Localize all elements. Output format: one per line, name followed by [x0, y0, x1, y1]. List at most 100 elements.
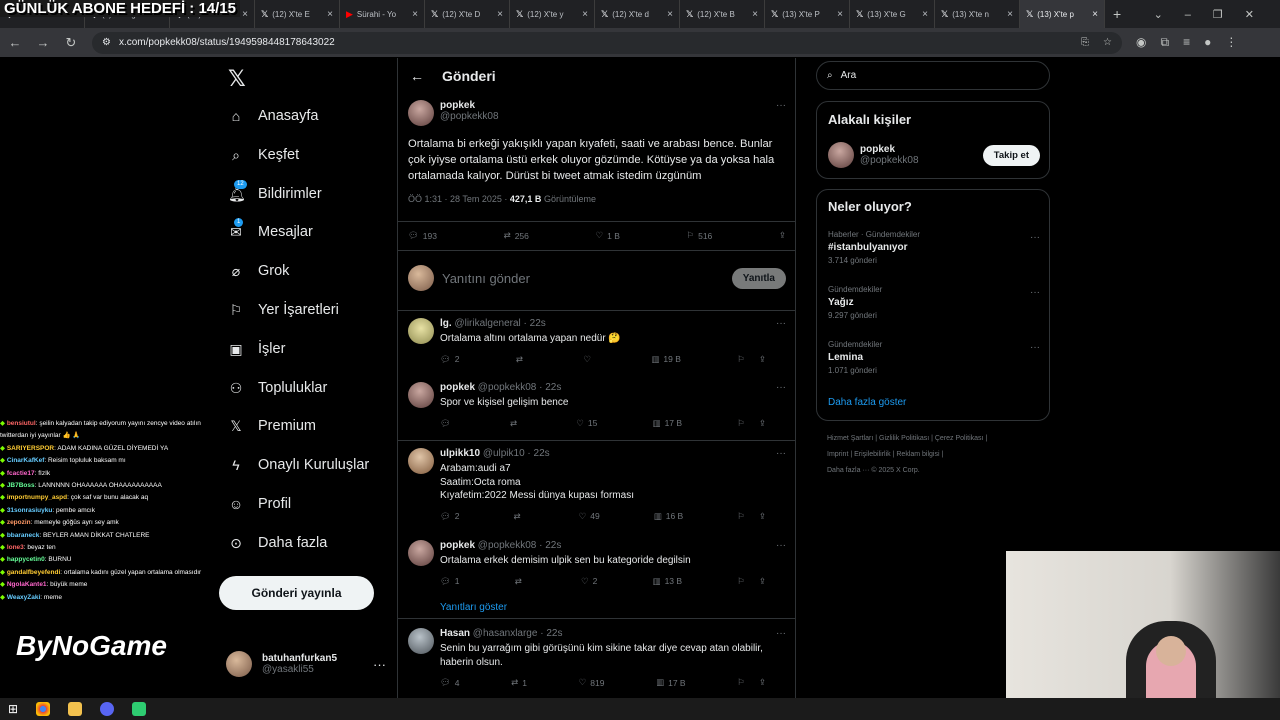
share-icon[interactable]: ⇪ — [759, 677, 766, 688]
nav-item-9[interactable]: ϟ Onaylı Kuruluşlar — [228, 453, 369, 477]
browser-tab[interactable]: 𝕏 (13) X'te p × — [1020, 0, 1105, 28]
reply-post[interactable]: Hasan @hasanxlarge · 22s Senin bu yarrağı… — [408, 628, 786, 688]
avatar[interactable] — [408, 100, 434, 126]
avatar[interactable] — [408, 382, 434, 408]
reply-post[interactable]: lg. @lirikalgeneral · 22s Ortalama altını… — [408, 318, 786, 365]
media-icon[interactable]: ≡ — [1183, 35, 1190, 50]
avatar[interactable] — [408, 628, 434, 654]
nav-item-11[interactable]: ⊙ Daha fazla — [228, 531, 327, 555]
like-action[interactable]: ♡ 49 — [579, 511, 600, 522]
footer-line[interactable]: Hizmet Şartları | Gizlilik Politikası | … — [827, 431, 1047, 447]
like-action[interactable]: ♡ 15 — [576, 418, 597, 429]
views-action[interactable]: ▥ 17 B — [653, 418, 683, 429]
reply-action[interactable]: 💬︎ 4 — [440, 677, 460, 688]
footer-line[interactable]: Imprint | Erişilebilirlik | Reklam bilgi… — [827, 447, 1047, 463]
back-arrow-icon[interactable]: ← — [8, 35, 22, 50]
repost-action[interactable]: ⇄ — [514, 511, 525, 522]
bookmark-star-icon[interactable]: ☆ — [1103, 37, 1112, 48]
menu-kebab-icon[interactable]: ⋮ — [1225, 35, 1237, 50]
browser-tab[interactable]: 𝕏 (13) X'te n × — [935, 0, 1020, 28]
x-logo-icon[interactable]: 𝕏 — [228, 66, 246, 92]
post-author-handle[interactable]: @popkekk08 — [440, 111, 499, 122]
like-action[interactable]: ♡ — [583, 354, 595, 365]
reply-post[interactable]: ulpikk10 @ulpik10 · 22s Arabam:audi a7 Sa… — [408, 448, 786, 522]
close-icon[interactable]: × — [922, 9, 928, 20]
close-icon[interactable]: × — [582, 9, 588, 20]
views-action[interactable]: ▥ 13 B — [653, 576, 683, 587]
share-icon[interactable]: ⇪ — [759, 354, 766, 365]
discord-taskbar-icon[interactable] — [100, 702, 115, 716]
reply-action[interactable]: 💬︎ 193 — [408, 230, 437, 241]
follow-button[interactable]: Takip et — [982, 144, 1040, 166]
extension-icon[interactable]: ◉ — [1136, 35, 1146, 50]
repost-action[interactable]: ⇄ — [510, 418, 521, 429]
post-button[interactable]: Gönderi yayınla — [219, 576, 374, 610]
reply-action[interactable]: 💬︎ 2 — [440, 354, 460, 365]
reply-author-name[interactable]: popkek — [440, 382, 475, 393]
reload-icon[interactable]: ↻ — [64, 35, 78, 51]
window-controls[interactable]: ⌄–❐✕ — [1154, 8, 1280, 21]
close-icon[interactable]: × — [412, 9, 418, 20]
trend-item[interactable]: Gündemdekiler Lemina 1.071 gönderi ··· — [828, 340, 1040, 375]
install-app-icon[interactable]: ⎘ — [1081, 37, 1089, 48]
more-horizontal-icon[interactable]: ··· — [776, 382, 786, 393]
show-more-trends-link[interactable]: Daha fazla göster — [828, 397, 906, 408]
browser-tab[interactable]: ▶ Sürahi - Yo × — [340, 0, 425, 28]
avatar[interactable] — [828, 142, 854, 168]
reply-action[interactable]: 💬︎ — [440, 418, 455, 429]
reply-author-name[interactable]: popkek — [440, 540, 475, 551]
views-action[interactable]: ▥ 19 B — [651, 354, 681, 365]
nav-item-2[interactable]: 🔔︎ 12 Bildirimler — [228, 179, 322, 206]
reply-author-name[interactable]: ulpikk10 — [440, 448, 480, 459]
avatar[interactable] — [408, 318, 434, 344]
browser-tab[interactable]: 𝕏 (12) X'te D × — [425, 0, 510, 28]
more-horizontal-icon[interactable]: ··· — [1030, 342, 1040, 353]
close-icon[interactable]: × — [1092, 9, 1098, 20]
profile-avatar-icon[interactable]: ● — [1204, 35, 1211, 50]
reply-input[interactable]: Yanıtını gönder — [442, 271, 530, 286]
nav-item-5[interactable]: ⚐ Yer İşaretleri — [228, 298, 339, 322]
app-taskbar-icon[interactable] — [132, 702, 147, 716]
close-icon[interactable]: × — [242, 9, 248, 20]
folder-taskbar-icon[interactable] — [68, 702, 83, 716]
windows-start-icon[interactable]: ⊞ — [8, 702, 18, 716]
share-icon[interactable]: ⇪ — [759, 576, 766, 587]
repost-action[interactable]: ⇄ — [516, 354, 527, 365]
bookmark-icon[interactable]: ⚐ — [737, 576, 745, 587]
views-action[interactable]: ▥ 16 B — [654, 511, 684, 522]
trend-item[interactable]: Gündemdekiler Yağız 9.297 gönderi ··· — [828, 285, 1040, 320]
nav-item-3[interactable]: ✉ 1 Mesajlar — [228, 218, 313, 244]
bookmark-icon[interactable]: ⚐ — [737, 677, 745, 688]
trend-item[interactable]: Haberler · Gündemdekiler #istanbulyanıyor… — [828, 230, 1040, 265]
chrome-taskbar-icon[interactable] — [36, 702, 51, 716]
like-action[interactable]: ♡ 1 B — [595, 230, 619, 241]
close-icon[interactable]: × — [1007, 9, 1013, 20]
post-author-name[interactable]: popkek — [440, 100, 499, 111]
more-horizontal-icon[interactable]: ··· — [776, 540, 786, 551]
more-horizontal-icon[interactable]: ··· — [373, 657, 386, 672]
close-icon[interactable]: × — [327, 9, 333, 20]
nav-item-4[interactable]: ⌀ Grok — [228, 259, 290, 283]
views-action[interactable]: ▥ 17 B — [656, 677, 686, 688]
reply-author-name[interactable]: Hasan — [440, 628, 470, 639]
more-horizontal-icon[interactable]: ··· — [776, 318, 786, 329]
close-icon[interactable]: × — [667, 9, 673, 20]
more-horizontal-icon[interactable]: ··· — [1030, 232, 1040, 243]
nav-item-8[interactable]: 𝕏 Premium — [228, 414, 316, 438]
browser-tab[interactable]: 𝕏 (12) X'te B × — [680, 0, 765, 28]
avatar[interactable] — [408, 540, 434, 566]
more-horizontal-icon[interactable]: ··· — [1030, 287, 1040, 298]
close-icon[interactable]: × — [497, 9, 503, 20]
like-action[interactable]: ♡ 819 — [579, 677, 605, 688]
puzzle-icon[interactable]: ⧉ — [1160, 35, 1169, 50]
search-input[interactable]: ⌕ Ara — [816, 61, 1050, 90]
nav-item-10[interactable]: ☺ Profil — [228, 492, 291, 516]
show-replies-link[interactable]: Yanıtları göster — [440, 602, 818, 613]
new-tab-icon[interactable]: + — [1113, 6, 1121, 22]
nav-item-0[interactable]: ⌂ Anasayfa — [228, 104, 319, 128]
nav-item-6[interactable]: ▣ İşler — [228, 337, 285, 361]
footer-line[interactable]: Daha fazla ··· © 2025 X Corp. — [827, 463, 1047, 479]
site-info-icon[interactable]: ⚙ — [102, 37, 111, 48]
more-horizontal-icon[interactable]: ··· — [776, 448, 786, 459]
reply-button[interactable]: Yanıtla — [731, 267, 786, 289]
